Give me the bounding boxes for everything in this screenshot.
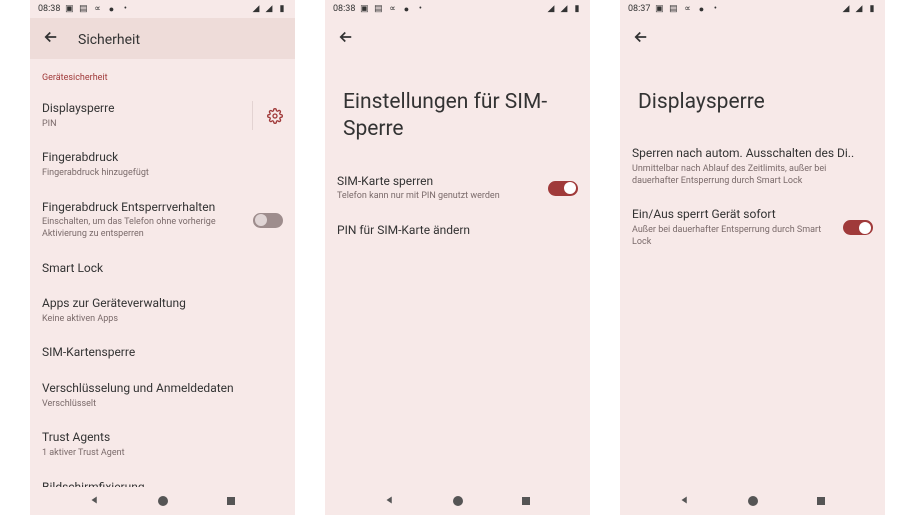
row-sub: Außer bei dauerhafter Entsperrung durch … <box>632 225 833 248</box>
content-area: Gerätesicherheit Displaysperre PIN Finge… <box>30 59 295 487</box>
content-area: SIM-Karte sperren Telefon kann nur mit P… <box>325 164 590 487</box>
nav-bar <box>30 487 295 515</box>
row-title: Apps zur Geräteverwaltung <box>42 296 283 312</box>
row-title: Sperren nach autom. Ausschalten des Di.. <box>632 146 873 162</box>
status-time: 08:38 <box>38 4 60 14</box>
page-header <box>620 18 885 59</box>
nav-home-icon[interactable] <box>747 492 759 511</box>
row-title: Fingerabdruck <box>42 150 283 166</box>
nav-bar <box>325 487 590 515</box>
nav-recents-icon[interactable] <box>225 492 237 511</box>
notif-icon: ∝ <box>387 4 397 14</box>
row-fingerprint-unlock[interactable]: Fingerabdruck Entsperrverhalten Einschal… <box>30 190 295 251</box>
nav-back-icon[interactable] <box>383 492 397 511</box>
toggle-fingerprint-unlock[interactable] <box>253 213 283 228</box>
notif-icon: ▣ <box>64 4 74 14</box>
row-power-lock[interactable]: Ein/Aus sperrt Gerät sofort Außer bei da… <box>620 197 885 258</box>
row-trust-agents[interactable]: Trust Agents 1 aktiver Trust Agent <box>30 420 295 469</box>
row-change-sim-pin[interactable]: PIN für SIM-Karte ändern <box>325 213 590 249</box>
row-sub: Einschalten, um das Telefon ohne vorheri… <box>42 217 243 240</box>
nav-home-icon[interactable] <box>157 492 169 511</box>
page-title: Displaysperre <box>620 59 885 136</box>
gear-icon[interactable] <box>267 108 283 124</box>
status-time: 08:37 <box>628 4 650 14</box>
notif-icon: ▤ <box>668 4 678 14</box>
page-title: Sicherheit <box>78 32 140 48</box>
toggle-power-lock[interactable] <box>843 220 873 235</box>
nav-home-icon[interactable] <box>452 492 464 511</box>
row-title: Verschlüsselung und Anmeldedaten <box>42 381 283 397</box>
page-title: Einstellungen für SIM-Sperre <box>325 59 590 164</box>
row-sub: Unmittelbar nach Ablauf des Zeitlimits, … <box>632 164 873 187</box>
row-title: Bildschirmfixierung <box>42 480 283 487</box>
nav-bar <box>620 487 885 515</box>
notif-icon: ▣ <box>359 4 369 14</box>
phone-screen-1: 08:38 ▣ ▤ ∝ ● • ◢ ◢ ▮ Sicherheit Gerätes… <box>30 0 295 515</box>
battery-icon: ▮ <box>572 4 582 14</box>
row-title: Fingerabdruck Entsperrverhalten <box>42 200 243 216</box>
nav-recents-icon[interactable] <box>815 492 827 511</box>
nav-recents-icon[interactable] <box>520 492 532 511</box>
row-encryption[interactable]: Verschlüsselung und Anmeldedaten Verschl… <box>30 371 295 420</box>
phone-screen-3: 08:37 ▣ ▤ ∝ ● • ◢ ◢ ▮ Displaysperre Sper… <box>620 0 885 515</box>
notif-icon: ∝ <box>682 4 692 14</box>
notif-icon: ∝ <box>92 4 102 14</box>
row-sub: Keine aktiven Apps <box>42 314 283 326</box>
notif-icon: • <box>120 4 130 14</box>
back-icon[interactable] <box>632 28 650 51</box>
row-device-admin[interactable]: Apps zur Geräteverwaltung Keine aktiven … <box>30 286 295 335</box>
notif-icon: ▤ <box>78 4 88 14</box>
battery-icon: ▮ <box>277 4 287 14</box>
battery-icon: ▮ <box>867 4 877 14</box>
nav-back-icon[interactable] <box>88 492 102 511</box>
notif-icon: ▤ <box>373 4 383 14</box>
nav-back-icon[interactable] <box>678 492 692 511</box>
signal-icon: ◢ <box>559 4 569 14</box>
row-display-lock[interactable]: Displaysperre PIN <box>30 91 295 140</box>
notif-icon: • <box>415 4 425 14</box>
status-bar: 08:38 ▣ ▤ ∝ ● • ◢ ◢ ▮ <box>325 0 590 18</box>
row-title: Ein/Aus sperrt Gerät sofort <box>632 207 833 223</box>
row-title: SIM-Karte sperren <box>337 174 538 190</box>
page-header: Sicherheit <box>30 18 295 59</box>
notif-icon: ● <box>106 4 116 14</box>
page-header <box>325 18 590 59</box>
wifi-icon: ◢ <box>841 4 851 14</box>
notif-icon: ● <box>696 4 706 14</box>
row-smart-lock[interactable]: Smart Lock <box>30 251 295 287</box>
notif-icon: ▣ <box>654 4 664 14</box>
row-sub: 1 aktiver Trust Agent <box>42 448 283 460</box>
row-lock-after[interactable]: Sperren nach autom. Ausschalten des Di..… <box>620 136 885 197</box>
toggle-sim-lock[interactable] <box>548 181 578 196</box>
row-title: Smart Lock <box>42 261 283 277</box>
row-sim-lock[interactable]: SIM-Kartensperre <box>30 335 295 371</box>
row-title: SIM-Kartensperre <box>42 345 283 361</box>
row-fingerprint[interactable]: Fingerabdruck Fingerabdruck hinzugefügt <box>30 140 295 189</box>
row-title: Displaysperre <box>42 101 242 117</box>
status-bar: 08:37 ▣ ▤ ∝ ● • ◢ ◢ ▮ <box>620 0 885 18</box>
row-screen-pinning[interactable]: Bildschirmfixierung Aus <box>30 470 295 487</box>
signal-icon: ◢ <box>264 4 274 14</box>
row-sub: Verschlüsselt <box>42 399 283 411</box>
row-sub: Telefon kann nur mit PIN genutzt werden <box>337 191 538 203</box>
notif-icon: ● <box>401 4 411 14</box>
back-icon[interactable] <box>42 28 60 51</box>
status-bar: 08:38 ▣ ▤ ∝ ● • ◢ ◢ ▮ <box>30 0 295 18</box>
row-sub: PIN <box>42 119 242 131</box>
status-time: 08:38 <box>333 4 355 14</box>
row-sim-lock-toggle[interactable]: SIM-Karte sperren Telefon kann nur mit P… <box>325 164 590 213</box>
row-title: Trust Agents <box>42 430 283 446</box>
section-label: Gerätesicherheit <box>30 59 295 91</box>
row-sub: Fingerabdruck hinzugefügt <box>42 168 283 180</box>
phone-screen-2: 08:38 ▣ ▤ ∝ ● • ◢ ◢ ▮ Einstellungen für … <box>325 0 590 515</box>
back-icon[interactable] <box>337 28 355 51</box>
content-area: Sperren nach autom. Ausschalten des Di..… <box>620 136 885 487</box>
row-title: PIN für SIM-Karte ändern <box>337 223 578 239</box>
notif-icon: • <box>710 4 720 14</box>
wifi-icon: ◢ <box>251 4 261 14</box>
wifi-icon: ◢ <box>546 4 556 14</box>
signal-icon: ◢ <box>854 4 864 14</box>
